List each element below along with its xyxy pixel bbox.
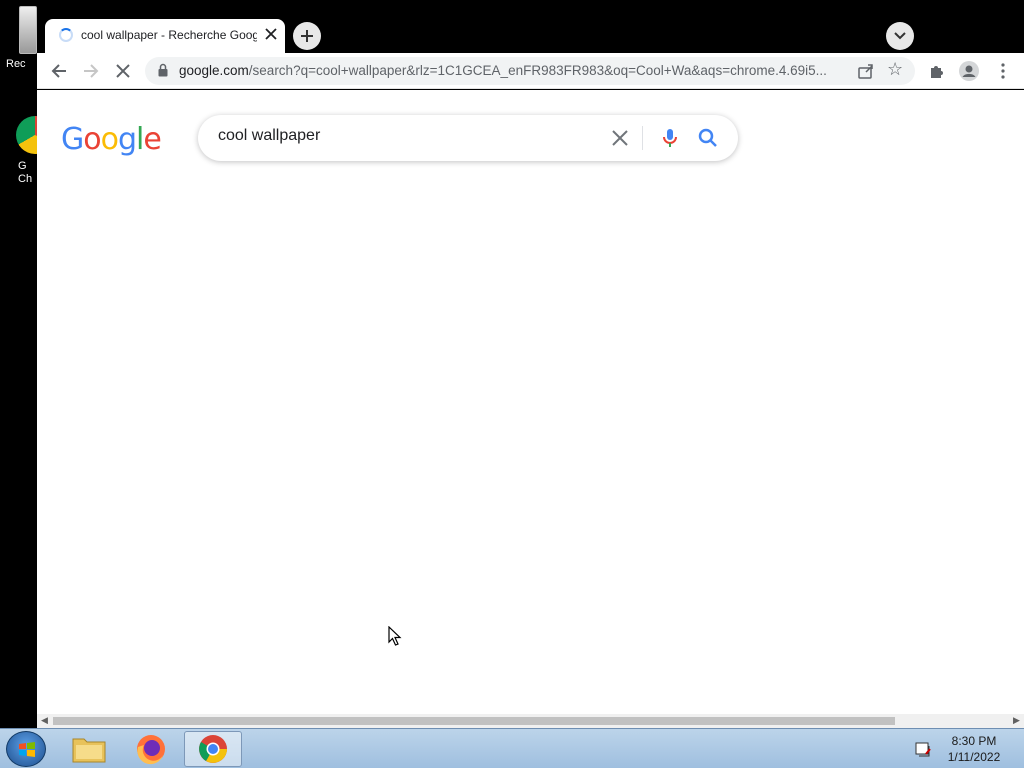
- profile-button[interactable]: [955, 57, 983, 85]
- kebab-menu-icon: [1001, 63, 1005, 79]
- microphone-icon[interactable]: [658, 126, 682, 150]
- new-tab-button[interactable]: [293, 22, 321, 50]
- desktop-icon-recycle-bin[interactable]: Rec: [0, 6, 37, 71]
- chrome-icon: [199, 735, 227, 763]
- scroll-right-icon[interactable]: ▶: [1013, 715, 1020, 726]
- address-url: google.com/search?q=cool+wallpaper&rlz=1…: [179, 63, 859, 78]
- logo-letter: g: [117, 122, 137, 157]
- browser-menu-button[interactable]: [989, 57, 1017, 85]
- scrollbar-thumb[interactable]: [53, 717, 895, 725]
- loading-spinner-icon: [59, 28, 73, 42]
- address-bar[interactable]: google.com/search?q=cool+wallpaper&rlz=1…: [145, 57, 915, 85]
- firefox-icon: [137, 735, 165, 765]
- taskbar-file-explorer[interactable]: [60, 731, 118, 767]
- lock-icon: [158, 63, 168, 77]
- action-center-icon[interactable]: [914, 740, 932, 758]
- share-icon[interactable]: [857, 62, 875, 80]
- url-path: /search?q=cool+wallpaper&rlz=1C1GCEA_enF…: [248, 63, 827, 78]
- clear-icon: [612, 130, 628, 146]
- desktop-icon-chrome[interactable]: G Ch: [0, 116, 37, 186]
- profile-icon: [959, 61, 979, 81]
- scroll-left-icon[interactable]: ◀: [41, 715, 48, 726]
- recycle-bin-icon: [19, 6, 37, 54]
- tab-search-button[interactable]: [886, 22, 914, 50]
- tab-title: cool wallpaper - Recherche Goog: [81, 28, 257, 42]
- clock-date: 1/11/2022: [947, 750, 1001, 764]
- chrome-icon: [16, 116, 37, 154]
- windows-flag-icon: [19, 742, 35, 757]
- clear-search-button[interactable]: [608, 125, 632, 151]
- search-input[interactable]: [218, 127, 598, 145]
- logo-letter: o: [100, 122, 119, 157]
- start-button[interactable]: [6, 731, 46, 767]
- chevron-down-icon: [894, 32, 906, 40]
- search-divider: [642, 126, 643, 150]
- plus-icon: [301, 30, 313, 42]
- forward-arrow-icon: [84, 64, 99, 78]
- clock-time: 8:30 PM: [951, 734, 997, 748]
- forward-button[interactable]: [77, 57, 105, 85]
- mouse-cursor-icon: [388, 626, 402, 646]
- logo-letter: o: [83, 122, 101, 157]
- taskbar: 8:30 PM 1/11/2022: [0, 728, 1024, 768]
- bookmark-star-button[interactable]: ☆: [887, 59, 903, 80]
- page-content: Google: [37, 90, 1024, 714]
- logo-letter: G: [61, 122, 84, 157]
- desktop-icon-label: G Ch: [18, 160, 33, 185]
- search-icon[interactable]: [696, 126, 720, 150]
- search-box: [198, 115, 738, 161]
- taskbar-chrome[interactable]: [184, 731, 242, 767]
- back-arrow-icon: [51, 64, 66, 78]
- tab-close-button[interactable]: [262, 25, 280, 43]
- stop-loading-button[interactable]: [109, 57, 137, 85]
- extensions-button[interactable]: [923, 57, 951, 85]
- browser-window: cool wallpaper - Recherche Goog google.c…: [37, 0, 1024, 728]
- google-logo[interactable]: Google: [61, 122, 162, 157]
- desktop-icon-label: Rec: [6, 58, 26, 70]
- url-host: google.com: [179, 63, 249, 78]
- logo-letter: e: [143, 122, 161, 157]
- back-button[interactable]: [45, 57, 73, 85]
- system-clock[interactable]: 8:30 PM 1/11/2022: [938, 733, 1010, 765]
- screen: Rec G Ch cool wallpaper - Recherche Goog: [0, 0, 1024, 768]
- desktop: Rec G Ch: [0, 0, 37, 728]
- horizontal-scrollbar[interactable]: ◀ ▶: [37, 714, 1024, 728]
- browser-toolbar: google.com/search?q=cool+wallpaper&rlz=1…: [37, 53, 1024, 89]
- taskbar-firefox[interactable]: [122, 731, 180, 767]
- stop-icon: [116, 64, 130, 78]
- puzzle-icon: [931, 66, 943, 78]
- browser-tab-active[interactable]: cool wallpaper - Recherche Goog: [45, 19, 285, 53]
- close-icon: [265, 28, 277, 40]
- tab-strip: cool wallpaper - Recherche Goog: [37, 0, 1024, 53]
- folder-icon: [72, 738, 106, 763]
- star-icon: ☆: [887, 59, 904, 79]
